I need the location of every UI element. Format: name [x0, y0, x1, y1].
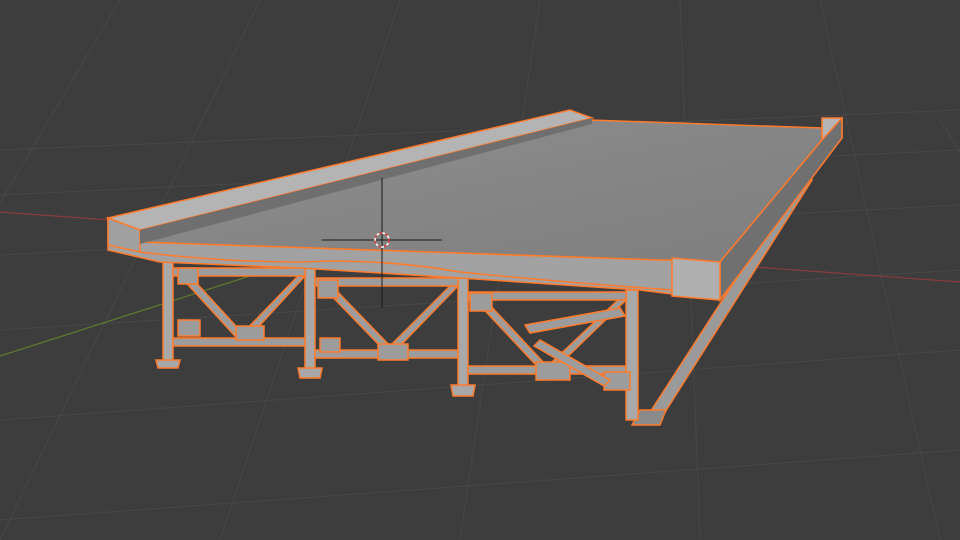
3d-viewport[interactable]	[0, 0, 960, 540]
viewport-canvas[interactable]	[0, 0, 960, 540]
cross-bracing[interactable]	[172, 267, 631, 391]
